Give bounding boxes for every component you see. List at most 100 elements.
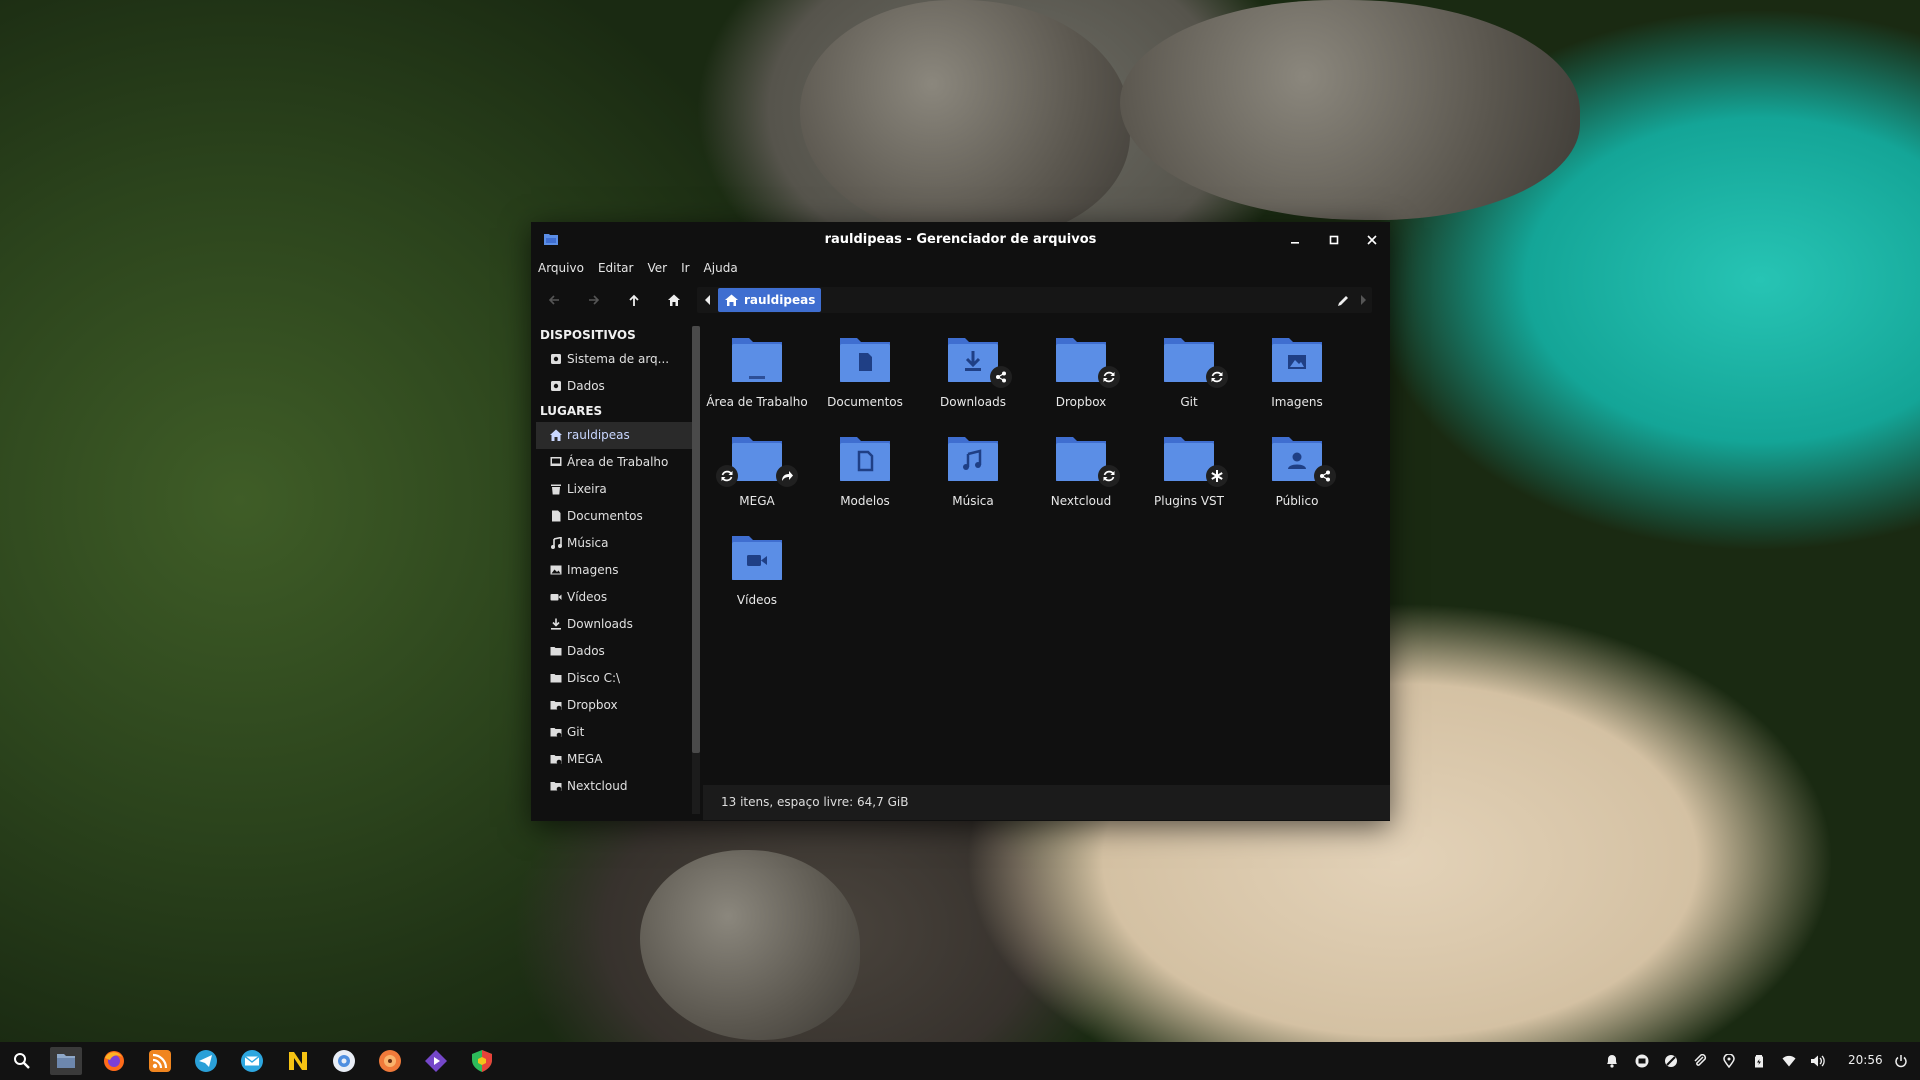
sidebar-item-trash[interactable]: Lixeira	[536, 476, 693, 503]
tray-power[interactable]	[1893, 1053, 1909, 1069]
menu-ver[interactable]: Ver	[640, 258, 674, 280]
menu-ajuda[interactable]: Ajuda	[697, 258, 745, 280]
volume-icon	[1811, 1055, 1825, 1067]
wifi-icon	[1782, 1055, 1796, 1067]
home-button[interactable]	[661, 287, 687, 313]
tray-night-light[interactable]	[1663, 1053, 1679, 1069]
search-button[interactable]	[8, 1047, 36, 1075]
tray-wifi[interactable]	[1781, 1053, 1797, 1069]
path-bar: rauldipeas	[697, 287, 1372, 313]
tray-battery[interactable]	[1751, 1053, 1767, 1069]
sidebar-item-home[interactable]: rauldipeas	[536, 422, 693, 449]
folder-sync-icon	[550, 782, 562, 792]
close-icon	[1367, 235, 1377, 245]
search-icon	[14, 1053, 30, 1069]
taskbar-notes[interactable]	[284, 1047, 312, 1075]
wallpaper-rock	[800, 0, 1130, 240]
folder-sync-icon	[550, 701, 562, 711]
document-icon	[552, 510, 561, 522]
folder-icon	[550, 674, 562, 683]
taskbar-settings[interactable]	[330, 1047, 358, 1075]
file-item-nextcloud[interactable]: Nextcloud	[1027, 433, 1135, 508]
minimize-button[interactable]	[1284, 230, 1306, 250]
maximize-button[interactable]	[1323, 230, 1345, 250]
menu-ir[interactable]: Ir	[674, 258, 696, 280]
taskbar-music-player[interactable]	[376, 1047, 404, 1075]
file-item-images[interactable]: Imagens	[1243, 334, 1351, 409]
documents-folder-icon	[839, 334, 891, 386]
menu-editar[interactable]: Editar	[591, 258, 641, 280]
sidebar-item-documents[interactable]: Documentos	[536, 503, 693, 530]
download-icon	[551, 618, 561, 630]
edit-path-icon[interactable]	[1337, 294, 1350, 307]
desktop-icon	[550, 457, 562, 466]
sidebar-item-label: Lixeira	[567, 482, 607, 496]
taskbar-media-app[interactable]	[422, 1047, 450, 1075]
title-bar: rauldipeas - Gerenciador de arquivos	[531, 222, 1390, 258]
sidebar-item-git[interactable]: Git	[536, 719, 693, 746]
file-item-plugins-vst[interactable]: Plugins VST	[1135, 433, 1243, 508]
wallpaper-rock	[640, 850, 860, 1040]
music-folder-icon	[947, 433, 999, 485]
sidebar-item-images[interactable]: Imagens	[536, 557, 693, 584]
file-item-music[interactable]: Música	[919, 433, 1027, 508]
tray-notification[interactable]	[1604, 1053, 1620, 1069]
file-label: Nextcloud	[1050, 494, 1112, 508]
sidebar-item-music[interactable]: Música	[536, 530, 693, 557]
file-item-modelos[interactable]: Modelos	[811, 433, 919, 508]
file-item-videos[interactable]: Vídeos	[703, 532, 811, 607]
file-item-dropbox[interactable]: Dropbox	[1027, 334, 1135, 409]
sidebar-item-label: Imagens	[567, 563, 619, 577]
sidebar-item-nextcloud[interactable]: Nextcloud	[536, 773, 693, 800]
menu-arquivo[interactable]: Arquivo	[531, 258, 591, 280]
sidebar-item-label: Nextcloud	[567, 779, 628, 793]
file-item-documents[interactable]: Documentos	[811, 334, 919, 409]
file-label: Downloads	[940, 395, 1006, 409]
file-manager-window: rauldipeas - Gerenciador de arquivos Arq…	[531, 222, 1390, 821]
file-item-mega[interactable]: MEGA	[703, 433, 811, 508]
home-icon	[550, 429, 562, 441]
taskbar-vpn[interactable]	[468, 1047, 496, 1075]
sidebar-item-mega[interactable]: MEGA	[536, 746, 693, 773]
sidebar-item-videos[interactable]: Vídeos	[536, 584, 693, 611]
tray-volume[interactable]	[1810, 1053, 1826, 1069]
taskbar-firefox[interactable]	[100, 1047, 128, 1075]
forward-button[interactable]	[581, 287, 607, 313]
tray-location[interactable]	[1721, 1053, 1737, 1069]
sidebar-item-disco-c[interactable]: Disco C:\	[536, 665, 693, 692]
sidebar-item-dados[interactable]: Dados	[536, 638, 693, 665]
breadcrumb-home[interactable]: rauldipeas	[718, 288, 822, 312]
messenger-icon	[195, 1050, 217, 1072]
file-item-git[interactable]: Git	[1135, 334, 1243, 409]
sidebar-item-dropbox[interactable]: Dropbox	[536, 692, 693, 719]
chevron-right-icon[interactable]	[1361, 295, 1367, 305]
back-button[interactable]	[541, 287, 567, 313]
file-label: Dropbox	[1055, 395, 1107, 409]
file-label: Área de Trabalho	[706, 395, 808, 409]
share-emblem-icon	[990, 366, 1012, 388]
taskbar-rss-reader[interactable]	[146, 1047, 174, 1075]
play-diamond-icon	[425, 1050, 447, 1072]
sidebar-item-sistema[interactable]: Sistema de arq...	[536, 346, 693, 373]
taskbar-telegram[interactable]	[192, 1047, 220, 1075]
sidebar-item-desktop[interactable]: Área de Trabalho	[536, 449, 693, 476]
file-item-publico[interactable]: Público	[1243, 433, 1351, 508]
taskbar-mail[interactable]	[238, 1047, 266, 1075]
sidebar-scroll-thumb[interactable]	[692, 326, 700, 753]
parent-folder-button[interactable]	[621, 287, 647, 313]
sidebar-item-dados-device[interactable]: Dados	[536, 373, 693, 400]
file-item-downloads[interactable]: Downloads	[919, 334, 1027, 409]
file-label: Público	[1275, 494, 1319, 508]
location-pin-icon	[1723, 1054, 1735, 1068]
tray-clipboard[interactable]	[1692, 1053, 1708, 1069]
chevron-left-icon[interactable]	[704, 295, 712, 305]
tray-mail[interactable]	[1634, 1053, 1650, 1069]
file-label: Plugins VST	[1154, 494, 1224, 508]
file-item-desktop[interactable]: Área de Trabalho	[703, 334, 811, 409]
taskbar-file-manager[interactable]	[50, 1047, 82, 1075]
sidebar-item-label: Git	[567, 725, 585, 739]
sidebar-item-downloads[interactable]: Downloads	[536, 611, 693, 638]
arrow-left-icon	[548, 295, 559, 305]
clock[interactable]: 20:56	[1848, 1053, 1883, 1067]
close-button[interactable]	[1361, 230, 1383, 250]
